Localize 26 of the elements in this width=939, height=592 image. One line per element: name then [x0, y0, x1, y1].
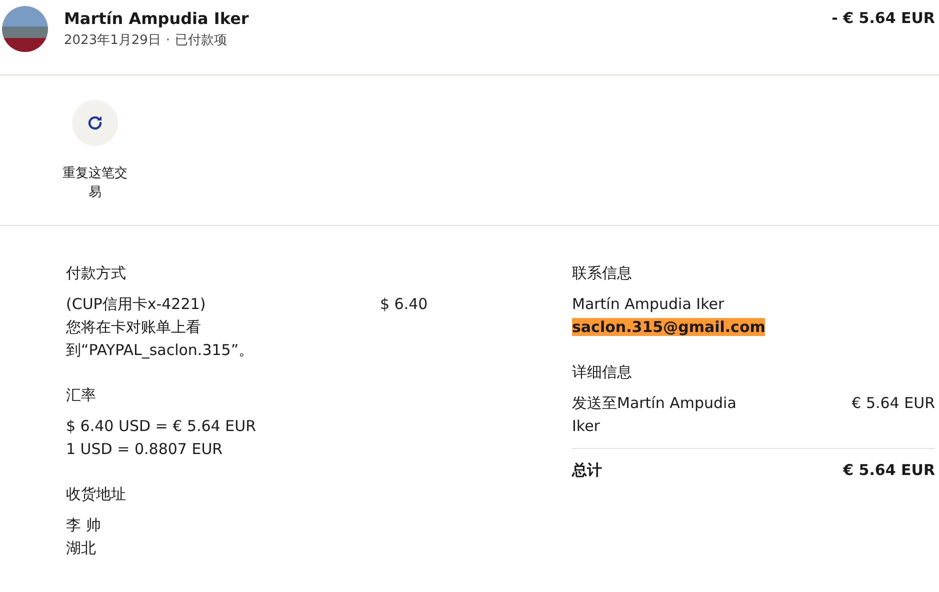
section-title: 汇率 [66, 385, 97, 406]
payment-amount: $ 6.40 [380, 294, 428, 315]
address-line: 湖北 [66, 538, 97, 559]
repeat-label: 重复这笔交易 [62, 165, 128, 202]
exchange-rate: $ 6.40 USD = € 5.64 EUR [66, 416, 257, 437]
total-amount: € 5.64 EUR [843, 460, 935, 481]
address-line: 李 帅 [66, 515, 102, 536]
detail-label: 发送至Martín Ampudia Iker [572, 393, 738, 437]
exchange-rate: 1 USD = 0.8807 EUR [66, 439, 224, 460]
transaction-date: 2023年1月29日 [64, 33, 161, 48]
section-title: 详细信息 [572, 362, 633, 383]
repeat-button[interactable] [72, 100, 118, 146]
payee-name: Martín Ampudia Iker [64, 9, 249, 28]
contact-email: saclon.315@gmail.com [572, 318, 766, 336]
avatar [2, 6, 48, 52]
detail-amount: € 5.64 EUR [852, 393, 935, 414]
separator-dot: · [166, 33, 170, 48]
statement-note: 您将在卡对账单上看到“PAYPAL_saclon.315”。 [66, 317, 255, 361]
transaction-status: 已付款项 [175, 33, 228, 48]
section-title: 付款方式 [66, 263, 127, 284]
total-label: 总计 [572, 460, 602, 481]
card-name: (CUP信用卡x-4221) [66, 294, 207, 315]
section-title: 联系信息 [572, 263, 633, 284]
section-title: 收货地址 [66, 484, 127, 505]
transaction-amount: - € 5.64 EUR [832, 9, 935, 27]
contact-name: Martín Ampudia Iker [572, 294, 726, 315]
